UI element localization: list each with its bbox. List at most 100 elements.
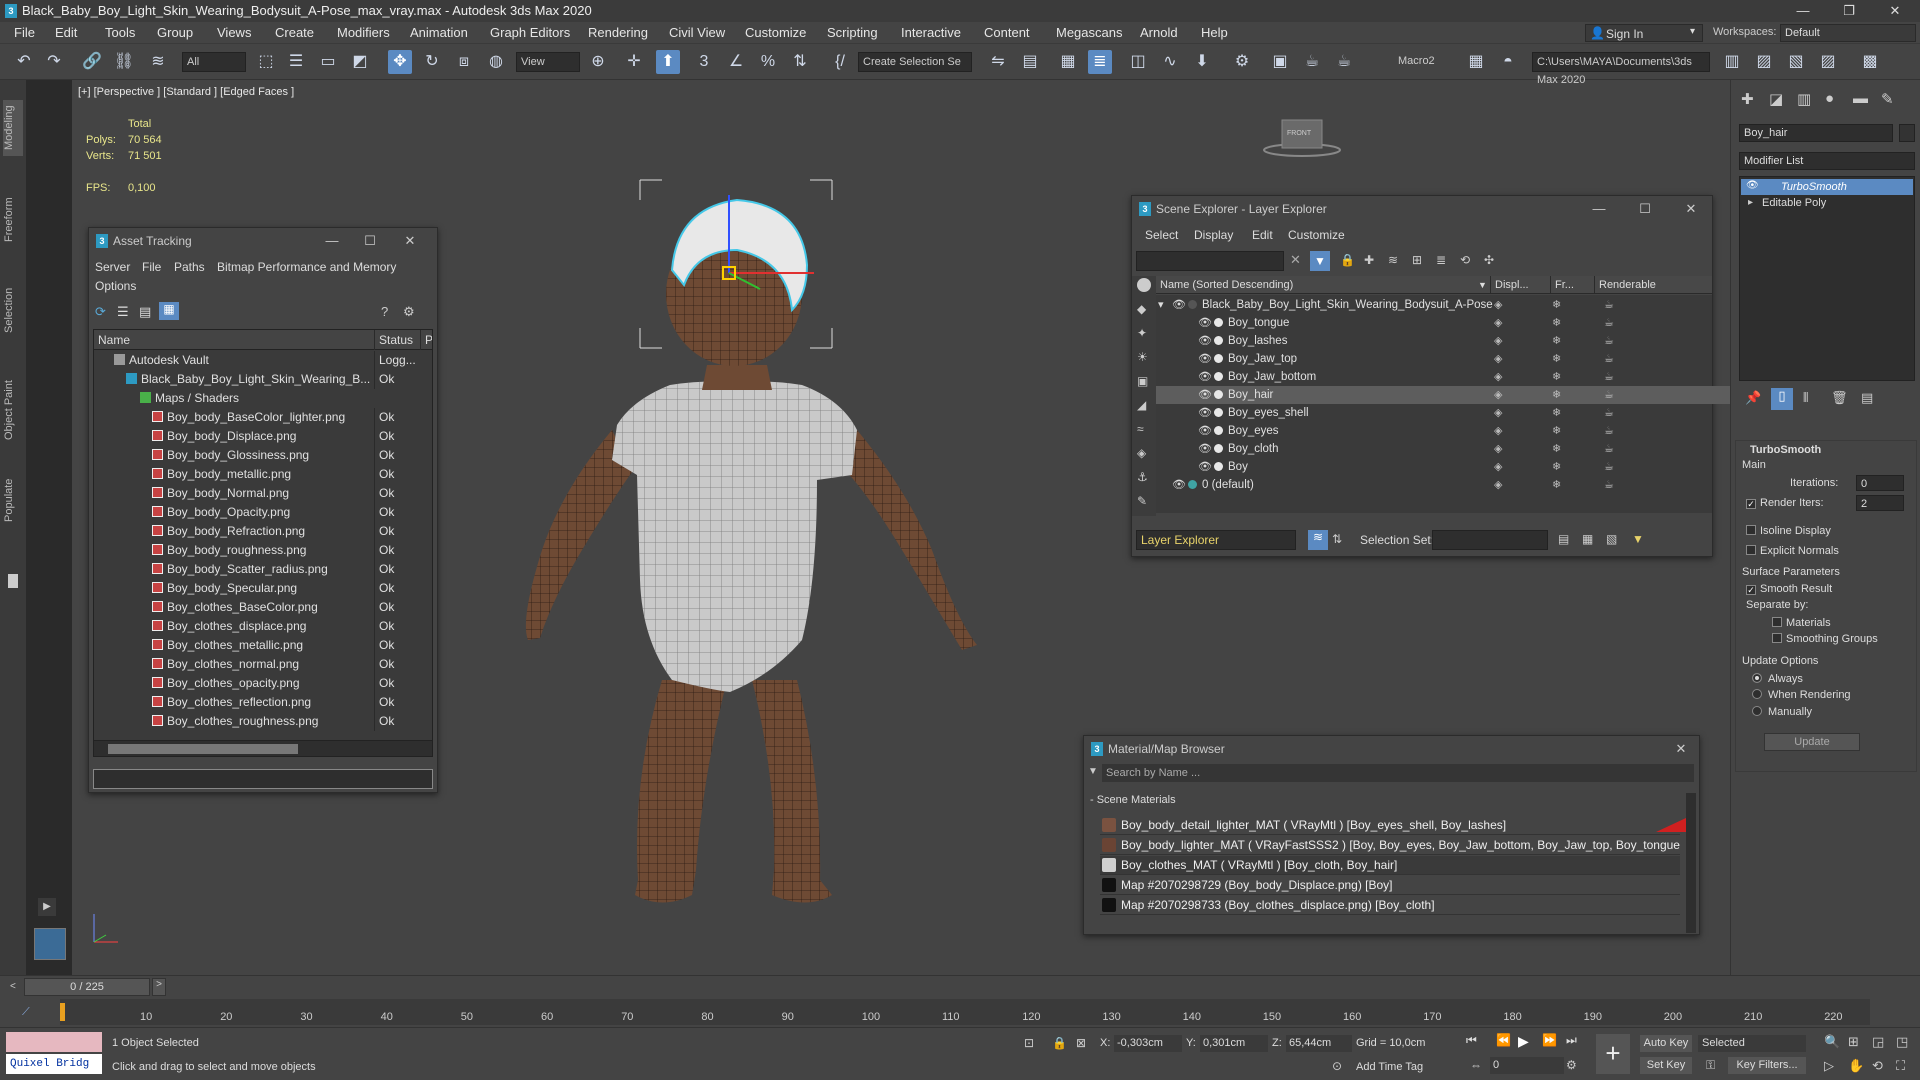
- reference-coord-dropdown[interactable]: View: [516, 52, 580, 72]
- scene-menu-select[interactable]: Select: [1145, 228, 1178, 242]
- edit-named-sel-icon[interactable]: {/: [828, 50, 852, 74]
- explicit-normals-checkbox[interactable]: Explicit Normals: [1746, 545, 1839, 557]
- visibility-eye-icon[interactable]: 👁: [1198, 350, 1212, 368]
- bone-filter-icon[interactable]: ✎: [1137, 494, 1147, 508]
- z-coord-field[interactable]: 65,44cm: [1286, 1035, 1352, 1052]
- sphere-icon[interactable]: ◓: [1496, 50, 1520, 74]
- link-icon[interactable]: 🔗: [80, 50, 104, 74]
- project-path-dropdown[interactable]: C:\Users\MAYA\Documents\3ds Max 2020: [1532, 52, 1710, 86]
- scene-row[interactable]: 👁 Boy_Jaw_top ◈ ❄ ☕: [1156, 350, 1734, 368]
- selection-set-dropdown[interactable]: [1432, 530, 1548, 550]
- zoom-extents-all-icon[interactable]: ◳: [1896, 1034, 1908, 1050]
- asset-menu-server[interactable]: Server: [95, 260, 130, 274]
- camera-filter-icon[interactable]: ▣: [1137, 374, 1148, 388]
- renderable-icon[interactable]: ☕: [1604, 386, 1614, 404]
- layout-icon-2[interactable]: ▧: [1784, 50, 1808, 74]
- maximize-button[interactable]: ☐: [1630, 196, 1660, 222]
- unlink-icon[interactable]: ⛓: [112, 50, 136, 74]
- time-config-icon[interactable]: ⚙: [1566, 1058, 1577, 1072]
- viewcube[interactable]: [1263, 119, 1341, 157]
- add-set-icon[interactable]: ▦: [1582, 532, 1593, 546]
- explorer-type-dropdown[interactable]: Layer Explorer: [1136, 530, 1296, 550]
- scene-row[interactable]: ▾ 👁 Black_Baby_Boy_Light_Skin_Wearing_Body…: [1156, 296, 1734, 314]
- freeze-icon[interactable]: ❄: [1552, 404, 1561, 422]
- visibility-eye-icon[interactable]: 👁: [1198, 386, 1212, 404]
- visibility-eye-icon[interactable]: 👁: [1172, 296, 1186, 314]
- menu-civil-view[interactable]: Civil View: [669, 25, 725, 40]
- x-coord-field[interactable]: -0,303cm: [1114, 1035, 1182, 1052]
- sort-icon[interactable]: ⇅: [1332, 532, 1342, 546]
- asset-row[interactable]: Boy_clothes_BaseColor.png Ok: [94, 598, 432, 617]
- collapse-arrow-icon[interactable]: ▾: [1158, 296, 1164, 314]
- script-listener-input[interactable]: Quixel Bridg: [6, 1054, 102, 1074]
- remove-modifier-icon[interactable]: 🗑: [1831, 390, 1848, 406]
- material-row[interactable]: Boy_body_lighter_MAT ( VRayFastSSS2 ) [B…: [1100, 836, 1680, 855]
- zoom-icon[interactable]: 🔍: [1824, 1034, 1840, 1050]
- help-icon[interactable]: ?: [381, 304, 388, 319]
- scene-row[interactable]: 👁 Boy_eyes_shell ◈ ❄ ☕: [1156, 404, 1734, 422]
- scene-materials-header[interactable]: - Scene Materials: [1090, 794, 1176, 806]
- layout-icon-3[interactable]: ▨: [1816, 50, 1840, 74]
- render-frame-icon[interactable]: ▣: [1268, 50, 1292, 74]
- mirror-icon[interactable]: ⇋: [986, 50, 1010, 74]
- maximize-button[interactable]: ☐: [355, 228, 385, 254]
- restore-button[interactable]: ❐: [1826, 0, 1872, 22]
- signin-dropdown[interactable]: 👤 Sign In ▾: [1585, 24, 1703, 42]
- col-scene-name[interactable]: Name (Sorted Descending): [1160, 276, 1293, 294]
- asset-row[interactable]: Boy_body_Refraction.png Ok: [94, 522, 432, 541]
- menu-arnold[interactable]: Arnold: [1140, 25, 1178, 40]
- funnel-icon[interactable]: ▼: [1632, 532, 1644, 546]
- scene-row[interactable]: 👁 Boy_hair ◈ ❄ ☕: [1156, 386, 1734, 404]
- display-icon[interactable]: ◈: [1494, 404, 1502, 422]
- material-row[interactable]: Map #2070298733 (Boy_clothes_displace.pn…: [1100, 896, 1680, 915]
- toggle-scene-explorer-icon[interactable]: ≣: [1088, 50, 1112, 74]
- material-scrollbar[interactable]: [1686, 793, 1696, 933]
- baby-model[interactable]: [525, 198, 977, 903]
- ribbon-pin-icon[interactable]: [8, 574, 18, 588]
- move-icon[interactable]: ✥: [388, 50, 412, 74]
- asset-row[interactable]: Maps / Shaders: [94, 389, 432, 408]
- maximize-viewport-icon[interactable]: ⛶: [1896, 1058, 1905, 1074]
- asset-hscrollbar[interactable]: [94, 740, 432, 756]
- named-selection-dropdown[interactable]: Create Selection Se: [858, 52, 972, 72]
- menu-group[interactable]: Group: [157, 25, 193, 40]
- asset-row[interactable]: Boy_clothes_displace.png Ok: [94, 617, 432, 636]
- rollout-title[interactable]: TurboSmooth: [1750, 444, 1821, 456]
- material-row[interactable]: Boy_body_detail_lighter_MAT ( VRayMtl ) …: [1100, 816, 1680, 835]
- play-icon[interactable]: ▶: [1518, 1033, 1529, 1050]
- select-manipulate-icon[interactable]: ✛: [622, 50, 646, 74]
- hierarchy-icon[interactable]: ⊞: [1412, 253, 1422, 267]
- remove-set-icon[interactable]: ▧: [1606, 532, 1617, 546]
- key-selection-dropdown[interactable]: Selected: [1698, 1035, 1806, 1052]
- renderable-icon[interactable]: ☕: [1604, 368, 1614, 386]
- eye-icon[interactable]: 👁: [1746, 180, 1759, 191]
- material-search-input[interactable]: Search by Name ...: [1102, 764, 1694, 782]
- utilities-tab-icon[interactable]: ✎: [1881, 90, 1894, 108]
- create-tab-icon[interactable]: ✚: [1741, 90, 1754, 108]
- motion-tab-icon[interactable]: ●: [1825, 90, 1834, 107]
- angle-snap-icon[interactable]: ∠: [724, 50, 748, 74]
- minimize-button[interactable]: —: [1584, 196, 1614, 222]
- smoothing-groups-checkbox[interactable]: Smoothing Groups: [1772, 633, 1878, 645]
- minimize-button[interactable]: —: [1780, 0, 1826, 22]
- scene-menu-edit[interactable]: Edit: [1252, 228, 1273, 242]
- menu-tools[interactable]: Tools: [105, 25, 135, 40]
- iterations-spinner[interactable]: 0: [1856, 475, 1904, 491]
- visibility-eye-icon[interactable]: 👁: [1172, 476, 1186, 494]
- absolute-mode-icon[interactable]: ⊠: [1076, 1036, 1086, 1050]
- schematic-view-icon[interactable]: ∿: [1158, 50, 1182, 74]
- scene-row[interactable]: 👁 Boy_Jaw_bottom ◈ ❄ ☕: [1156, 368, 1734, 386]
- render-setup-icon[interactable]: ⚙: [1230, 50, 1254, 74]
- menu-rendering[interactable]: Rendering: [588, 25, 648, 40]
- asset-path-field[interactable]: [93, 769, 433, 789]
- col-status[interactable]: Status: [374, 330, 413, 350]
- asset-row[interactable]: Boy_body_metallic.png Ok: [94, 465, 432, 484]
- display-icon[interactable]: ◈: [1494, 332, 1502, 350]
- menu-scripting[interactable]: Scripting: [827, 25, 878, 40]
- renderable-icon[interactable]: ☕: [1604, 458, 1614, 476]
- renderable-icon[interactable]: ☕: [1604, 350, 1614, 368]
- close-button[interactable]: ✕: [1676, 196, 1706, 222]
- render-iters-checkbox[interactable]: ✓ Render Iters:: [1746, 497, 1824, 509]
- auto-key-button[interactable]: Auto Key: [1640, 1035, 1692, 1052]
- expand-icon[interactable]: ✣: [1484, 253, 1494, 267]
